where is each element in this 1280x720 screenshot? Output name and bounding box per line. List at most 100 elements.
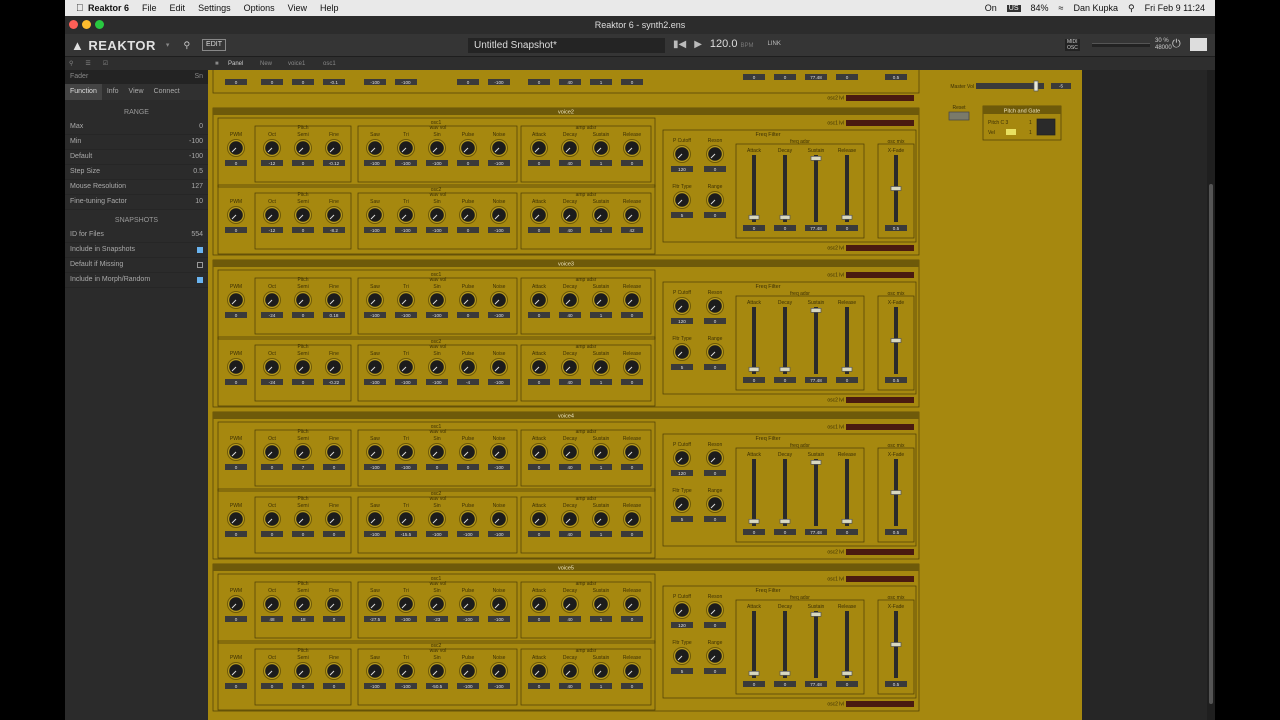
fader-cap[interactable] [779, 214, 791, 220]
close-window-button[interactable] [69, 20, 78, 29]
tab-osc1[interactable]: osc1 [323, 61, 336, 67]
stop-icon[interactable]: ▮◀ [673, 39, 686, 50]
range-row[interactable]: Min -100 [65, 135, 208, 150]
reset-button[interactable] [948, 111, 970, 121]
on-status-label[interactable]: On [985, 3, 997, 13]
panel-toggle-icon[interactable] [1190, 38, 1207, 51]
range-row[interactable]: Mouse Resolution 127 [65, 180, 208, 195]
fader-track[interactable] [814, 155, 818, 222]
master-vol-cap[interactable] [1033, 80, 1039, 92]
fader-cap[interactable] [779, 670, 791, 676]
fader-cap[interactable] [890, 338, 902, 343]
clock[interactable]: Fri Feb 9 11:24 [1145, 3, 1205, 13]
fader-cap[interactable] [748, 670, 760, 676]
fader-cap[interactable] [841, 670, 853, 676]
fader-cap[interactable] [748, 366, 760, 372]
list-view-icon[interactable]: ☰ [85, 60, 90, 67]
power-icon[interactable]: ⏻ [1172, 38, 1181, 51]
range-row-value[interactable]: -100 [189, 135, 203, 149]
tempo-field[interactable]: 120.0 BPM [710, 38, 754, 50]
snapshot-checkbox[interactable] [197, 262, 203, 268]
panel-svg[interactable]: 0 0 0 -0.1 -100 -100 0 -100 0 40 1 0 0 0 77.48 0 0.5 osc2… [208, 70, 1082, 720]
tab-view[interactable]: View [124, 84, 149, 100]
search-icon[interactable]: ⚲ [183, 40, 190, 51]
fader-track[interactable] [814, 307, 818, 374]
range-row-value[interactable]: -100 [189, 150, 203, 164]
tab-connect[interactable]: Connect [149, 84, 185, 100]
snapshot-row[interactable]: Default if Missing [65, 258, 208, 273]
snapshot-row[interactable]: Include in Morph/Random [65, 273, 208, 288]
level-bar[interactable] [846, 397, 914, 403]
fader-cap[interactable] [810, 460, 822, 465]
level-bar[interactable] [846, 95, 914, 101]
snapshot-checkbox[interactable] [197, 247, 203, 253]
snapshot-selector[interactable]: Untitled Snapshot* [468, 38, 665, 53]
range-row[interactable]: Max 0 [65, 120, 208, 135]
range-row[interactable]: Fine-tuning Factor 10 [65, 195, 208, 210]
fader-track[interactable] [814, 611, 818, 678]
scrollbar-thumb[interactable] [1209, 184, 1213, 704]
fader-track[interactable] [845, 307, 849, 374]
fader-track[interactable] [783, 611, 787, 678]
fader-track[interactable] [783, 459, 787, 526]
level-bar[interactable] [846, 272, 914, 278]
fader-track[interactable] [814, 459, 818, 526]
range-row-value[interactable]: 10 [195, 195, 203, 209]
fader-cap[interactable] [890, 490, 902, 495]
play-icon[interactable]: ▶ [694, 39, 702, 50]
chevron-down-icon[interactable]: ▾ [166, 41, 170, 49]
fader-cap[interactable] [748, 214, 760, 220]
menu-settings[interactable]: Settings [198, 3, 231, 13]
menu-help[interactable]: Help [320, 3, 339, 13]
level-bar[interactable] [846, 245, 914, 251]
fader-cap[interactable] [810, 308, 822, 313]
zoom-window-button[interactable] [95, 20, 104, 29]
tab-voice1[interactable]: voice1 [288, 61, 305, 67]
menu-edit[interactable]: Edit [170, 3, 186, 13]
wifi-icon[interactable]: ≈ [1059, 3, 1064, 13]
range-row[interactable]: Step Size 0.5 [65, 165, 208, 180]
fader-cap[interactable] [810, 155, 822, 161]
tab-panel[interactable]: Panel [228, 61, 243, 67]
fader-track[interactable] [845, 459, 849, 526]
apple-icon[interactable]:  [76, 3, 88, 14]
snapshot-row[interactable]: ID for Files 554 [65, 228, 208, 243]
lock-icon[interactable]: ■ [215, 61, 219, 67]
fader-cap[interactable] [841, 366, 853, 372]
level-bar[interactable] [846, 576, 914, 582]
menu-app[interactable]: Reaktor 6 [88, 3, 129, 13]
minimize-window-button[interactable] [82, 20, 91, 29]
fader-cap[interactable] [810, 611, 822, 617]
fader-cap[interactable] [890, 642, 902, 647]
level-bar[interactable] [846, 549, 914, 555]
fader-cap[interactable] [779, 518, 791, 524]
checkbox-icon[interactable]: ☑ [103, 60, 108, 67]
battery-percentage[interactable]: 84% [1031, 3, 1049, 13]
range-row-value[interactable]: 0 [199, 120, 203, 134]
snapshot-row[interactable]: Include in Snapshots [65, 243, 208, 258]
fader-cap[interactable] [890, 186, 902, 191]
tab-function[interactable]: Function [65, 84, 102, 100]
input-source[interactable]: US [1006, 4, 1021, 12]
range-row-value[interactable]: 127 [191, 180, 203, 194]
fader-cap[interactable] [841, 518, 853, 524]
user-name[interactable]: Dan Kupka [1074, 3, 1119, 13]
fader-track[interactable] [783, 155, 787, 222]
fader-cap[interactable] [841, 214, 853, 220]
fader-track[interactable] [845, 611, 849, 678]
menu-view[interactable]: View [288, 3, 307, 13]
menu-options[interactable]: Options [244, 3, 275, 13]
level-bar[interactable] [846, 120, 914, 126]
link-button[interactable]: LINK [768, 41, 781, 47]
fader-cap[interactable] [779, 366, 791, 372]
search-icon[interactable]: ⚲ [69, 60, 73, 67]
fader-track[interactable] [845, 155, 849, 222]
spotlight-icon[interactable]: ⚲ [1128, 3, 1135, 14]
snapshot-row-value[interactable]: 554 [191, 228, 203, 242]
range-row[interactable]: Default -100 [65, 150, 208, 165]
fader-cap[interactable] [748, 518, 760, 524]
fader-track[interactable] [783, 307, 787, 374]
fader-track[interactable] [752, 459, 756, 526]
snapshot-checkbox[interactable] [197, 277, 203, 283]
range-row-value[interactable]: 0.5 [193, 165, 203, 179]
